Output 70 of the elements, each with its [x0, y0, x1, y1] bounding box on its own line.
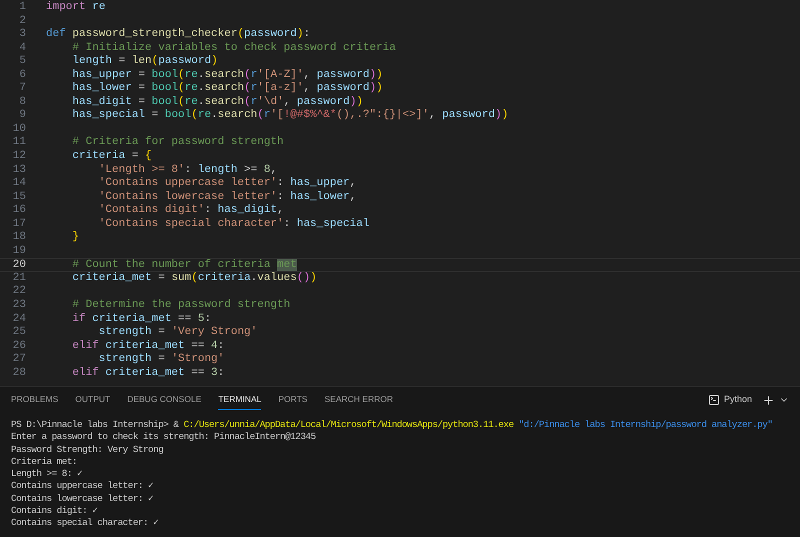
line-number: 21 — [12, 272, 26, 286]
line-number: 10 — [12, 122, 26, 136]
code-line: has_digit = bool(re.search(r'\d', password)) — [71, 96, 363, 109]
panel-tab[interactable]: SEARCH ERROR — [324, 390, 393, 410]
line-number: 9 — [18, 109, 26, 123]
line-number: 1 — [18, 1, 26, 15]
code-line: 'Contains uppercase letter': has_upper, — [98, 177, 356, 191]
code-line: criteria_met = sum(criteria.values()) — [71, 272, 317, 286]
line-number: 13 — [12, 164, 26, 178]
code-line: has_lower = bool(re.search(r'[a-z]', password)) — [71, 82, 383, 96]
code-line: elif criteria_met == 3: — [71, 366, 224, 380]
code-line: # Initialize variables to check password criteria — [71, 42, 396, 55]
code-line: def password_strength_checker(password): — [46, 28, 310, 42]
terminal-line: Contains lowercase letter: ✓ — [11, 492, 154, 506]
terminal-line: PS D:\Pinnacle labs Internship> & C:/Users/unnia/AppData/Local/Microsoft/WindowsApps/python3.11.exe "d:/Pinnacle labs Internship/password analyzer.py" — [11, 419, 772, 432]
line-number: 4 — [18, 42, 26, 56]
terminal-line: Password Strength: Very Strong — [11, 444, 164, 456]
code-line: has_upper = bool(re.search(r'[A-Z]', password)) — [71, 68, 383, 82]
panel-tab[interactable]: DEBUG CONSOLE — [127, 390, 202, 410]
terminal-line: Length >= 8: ✓ — [11, 468, 82, 480]
line-number: 11 — [12, 136, 26, 150]
panel-tab[interactable]: PORTS — [278, 390, 308, 410]
code-line: strength = 'Strong' — [98, 353, 224, 367]
line-number: 12 — [12, 150, 26, 164]
panel-tab[interactable]: TERMINAL — [218, 390, 262, 410]
line-number: 7 — [18, 82, 26, 96]
code-line: 'Length >= 8': length >= 8, — [98, 164, 278, 177]
line-number: 27 — [12, 353, 26, 367]
code-line: } — [71, 231, 80, 245]
line-number: 22 — [12, 285, 26, 300]
code-line: has_special = bool(re.search(r'[!@#$%^&*(),.?":{}|<>]', password)) — [71, 109, 508, 123]
code-line: strength = 'Very Strong' — [98, 326, 258, 340]
line-number: 28 — [12, 366, 26, 380]
code-line: # Determine the password strength — [71, 299, 290, 313]
line-number: 6 — [18, 68, 26, 82]
code-line: if criteria_met == 5: — [71, 312, 212, 326]
line-number: 16 — [12, 204, 26, 218]
terminal-line: Contains digit: ✓ — [11, 505, 98, 518]
line-number: 15 — [12, 190, 26, 204]
terminal-line: Contains special character: ✓ — [11, 517, 158, 530]
code-line: # Criteria for password strength — [71, 136, 284, 150]
line-number: 18 — [12, 231, 26, 245]
line-number: 14 — [12, 177, 26, 191]
code-line: criteria = { — [71, 150, 152, 164]
terminal-line: Contains uppercase letter: ✓ — [11, 480, 154, 493]
code-line: import re — [46, 1, 106, 15]
terminal-line: Criteria met: — [11, 456, 77, 468]
line-number: 20 — [12, 259, 26, 271]
terminal-line: Enter a password to check its strength: PinnacleIntern@12345 — [11, 431, 316, 444]
line-number: 23 — [12, 299, 26, 313]
code-line: elif criteria_met == 4: — [71, 340, 224, 353]
code-line: 'Contains special character': has_special — [98, 218, 370, 232]
code-line: 'Contains lowercase letter': has_lower, — [98, 190, 356, 204]
line-number: 3 — [18, 28, 26, 42]
line-number: 19 — [12, 244, 26, 258]
line-number: 5 — [18, 55, 26, 69]
terminal-profile[interactable]: Python — [724, 393, 752, 407]
line-number: 2 — [18, 14, 26, 28]
terminal-icon[interactable] — [708, 394, 720, 406]
line-number: 24 — [12, 312, 26, 326]
line-number: 25 — [12, 326, 26, 340]
code-line: length = len(password) — [71, 55, 218, 69]
code-line: # Count the number of criteria met — [71, 259, 297, 271]
line-number: 26 — [12, 340, 26, 354]
code-line: 'Contains digit': has_digit, — [98, 204, 284, 218]
panel-tab[interactable]: OUTPUT — [75, 390, 110, 410]
line-number: 8 — [18, 96, 26, 110]
panel-tab[interactable]: PROBLEMS — [11, 390, 58, 410]
line-number: 17 — [12, 218, 26, 232]
add-terminal-icon[interactable] — [762, 394, 775, 406]
